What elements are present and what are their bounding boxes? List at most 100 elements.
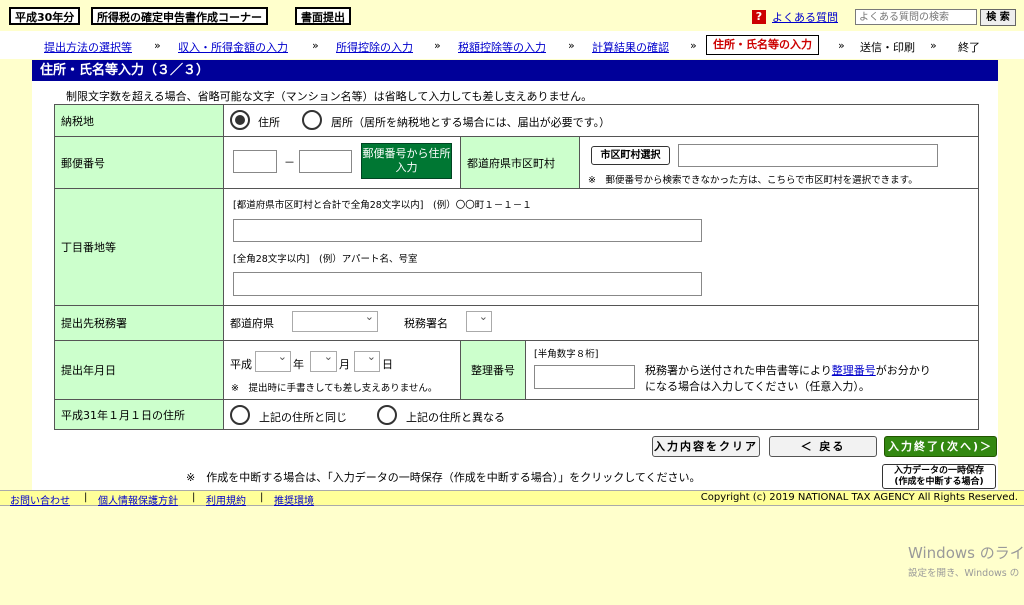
temp-save-label: 入力データの一時保存	[893, 466, 984, 476]
step-separator: »	[690, 39, 697, 52]
row-divider	[55, 305, 978, 306]
day-label: 日	[382, 358, 393, 371]
step-separator: »	[930, 39, 937, 52]
month-select[interactable]	[310, 350, 337, 372]
seiri-desc-2: になる場合は入力してください（任意入力）。	[645, 380, 870, 393]
label-text: 提出先税務署	[61, 317, 127, 330]
postal-dash: －	[284, 156, 295, 169]
step-breadcrumb: 提出方法の選択等 » 収入・所得金額の入力 » 所得控除の入力 » 税額控除等の…	[0, 31, 1024, 59]
mode-badge: 書面提出	[295, 7, 351, 25]
label-address: 丁目番地等	[55, 189, 224, 305]
radio-same-address-label: 上記の住所と同じ	[259, 411, 347, 424]
footer-terms-link[interactable]: 利用規約	[206, 492, 246, 507]
interrupt-note: ※ 作成を中断する場合は、「入力データの一時保存（作成を中断する場合）」をクリッ…	[186, 471, 701, 484]
step-address-current: 住所・氏名等の入力	[706, 35, 819, 55]
year-select[interactable]	[255, 350, 291, 372]
seiri-text: がお分かり	[875, 364, 931, 377]
row-divider	[55, 188, 978, 189]
postal-code-1-input[interactable]	[233, 150, 277, 173]
label-date: 提出年月日	[55, 341, 224, 399]
label-text: 納税地	[61, 114, 94, 128]
step-send-print: 送信・印刷	[860, 41, 915, 54]
radio-same-address[interactable]	[230, 405, 250, 425]
radio-kyosho-label: 居所（居所を納税地とする場合には、届出が必要です。）	[331, 116, 611, 129]
step-separator: »	[568, 39, 575, 52]
temp-save-button[interactable]: 入力データの一時保存 (作成を中断する場合)	[882, 464, 996, 489]
question-icon[interactable]: ?	[752, 10, 766, 24]
label-text: 丁目番地等	[61, 241, 116, 254]
address-line-1-input[interactable]	[233, 219, 702, 242]
city-input[interactable]	[678, 144, 938, 167]
label-text: 都道府県市区町村	[467, 156, 555, 170]
copyright: Copyright (c) 2019 NATIONAL TAX AGENCY A…	[700, 492, 1018, 503]
label-jan1: 平成31年１月１日の住所	[55, 400, 224, 429]
temp-save-sub: (作成を中断する場合)	[894, 477, 984, 487]
label-text: 整理番号	[471, 364, 515, 377]
step-income[interactable]: 収入・所得金額の入力	[178, 39, 288, 55]
footer-environment-link[interactable]: 推奨環境	[274, 492, 314, 507]
corner-title: 所得税の確定申告書作成コーナー	[91, 7, 268, 25]
radio-kyosho[interactable]	[302, 110, 322, 130]
step-separator: »	[154, 39, 161, 52]
city-note: ※ 郵便番号から検索できなかった方は、こちらで市区町村を選択できます。	[588, 175, 918, 186]
seiri-number-input[interactable]	[534, 365, 635, 389]
step-separator: »	[434, 39, 441, 52]
address-hint-1: [都道府県市区町村と合計で全角28文字以内] (例）〇〇町１－１－１	[233, 200, 532, 211]
radio-jusho[interactable]	[230, 110, 250, 130]
step-deduction[interactable]: 所得控除の入力	[336, 39, 413, 55]
footer-contact-link[interactable]: お問い合わせ	[10, 492, 70, 507]
office-pref-select[interactable]	[292, 310, 378, 332]
label-text: 平成31年１月１日の住所	[61, 408, 185, 422]
step-separator: »	[312, 39, 319, 52]
step-result[interactable]: 計算結果の確認	[592, 39, 669, 55]
city-select-button[interactable]: 市区町村選択	[591, 146, 670, 165]
faq-search-button[interactable]: 検 索	[980, 9, 1016, 26]
label-office: 提出先税務署	[55, 306, 224, 340]
day-select[interactable]	[354, 350, 380, 372]
footer-bar: お問い合わせ | 個人情報保護方針 | 利用規約 | 推奨環境 Copyrigh…	[0, 490, 1024, 507]
office-pref-label: 都道府県	[230, 317, 274, 330]
row-divider	[55, 399, 978, 400]
footer-separator: |	[192, 492, 196, 503]
postal-lookup-button[interactable]: 郵便番号から住所入力	[361, 143, 452, 179]
seiri-number-link[interactable]: 整理番号	[832, 364, 876, 377]
step-tax-credit[interactable]: 税額控除等の入力	[458, 39, 546, 55]
back-button[interactable]: ＜ 戻る	[769, 436, 877, 457]
page-title: 住所・氏名等入力（３／３）	[32, 60, 998, 81]
address-hint-2: [全角28文字以内] (例）アパート名、号室	[233, 254, 418, 265]
radio-different-address[interactable]	[377, 405, 397, 425]
footer-privacy-link[interactable]: 個人情報保護方針	[98, 492, 178, 507]
faq-link[interactable]: よくある質問	[772, 9, 838, 25]
faq-search-input[interactable]	[855, 9, 977, 25]
month-label: 月	[339, 358, 350, 371]
year-badge: 平成30年分	[9, 7, 81, 25]
label-seiri: 整理番号	[460, 341, 526, 399]
step-finish: 終了	[958, 41, 980, 54]
radio-jusho-label: 住所	[258, 116, 280, 129]
office-name-select[interactable]	[466, 310, 492, 332]
limit-note: 制限文字数を超える場合、省略可能な文字（マンション名等）は省略して入力しても差し…	[66, 90, 593, 103]
windows-activation-watermark-sub: 設定を開き、Windows の	[908, 568, 1020, 579]
postal-code-2-input[interactable]	[299, 150, 352, 173]
top-bar: 平成30年分 所得税の確定申告書作成コーナー 書面提出 ? よくある質問 検 索	[0, 0, 1024, 32]
seiri-text: 税務署から送付された申告書等により	[645, 364, 832, 377]
seiri-desc-1: 税務署から送付された申告書等により整理番号がお分かり	[645, 362, 931, 378]
footer-separator: |	[260, 492, 264, 503]
label-postal: 郵便番号	[55, 137, 224, 188]
address-form: 納税地 郵便番号 丁目番地等 提出先税務署 提出年月日 平成31年１月１日の住所…	[54, 104, 979, 430]
year-label: 年	[293, 358, 304, 371]
row-divider	[55, 340, 978, 341]
date-note: ※ 提出時に手書きしても差し支えありません。	[231, 383, 438, 394]
label-text: 提出年月日	[61, 364, 116, 377]
row-divider	[55, 136, 978, 137]
address-line-2-input[interactable]	[233, 272, 702, 296]
label-text: 郵便番号	[61, 156, 105, 170]
step-method[interactable]: 提出方法の選択等	[44, 39, 132, 55]
office-name-label: 税務署名	[404, 317, 448, 330]
next-button[interactable]: 入力終了(次へ)＞	[884, 436, 997, 457]
step-separator: »	[838, 39, 845, 52]
label-pref-city: 都道府県市区町村	[460, 137, 580, 188]
clear-input-button[interactable]: 入力内容をクリア	[652, 436, 760, 457]
label-nozeichi: 納税地	[55, 105, 224, 136]
seiri-hint: [半角数字８桁]	[534, 349, 599, 360]
